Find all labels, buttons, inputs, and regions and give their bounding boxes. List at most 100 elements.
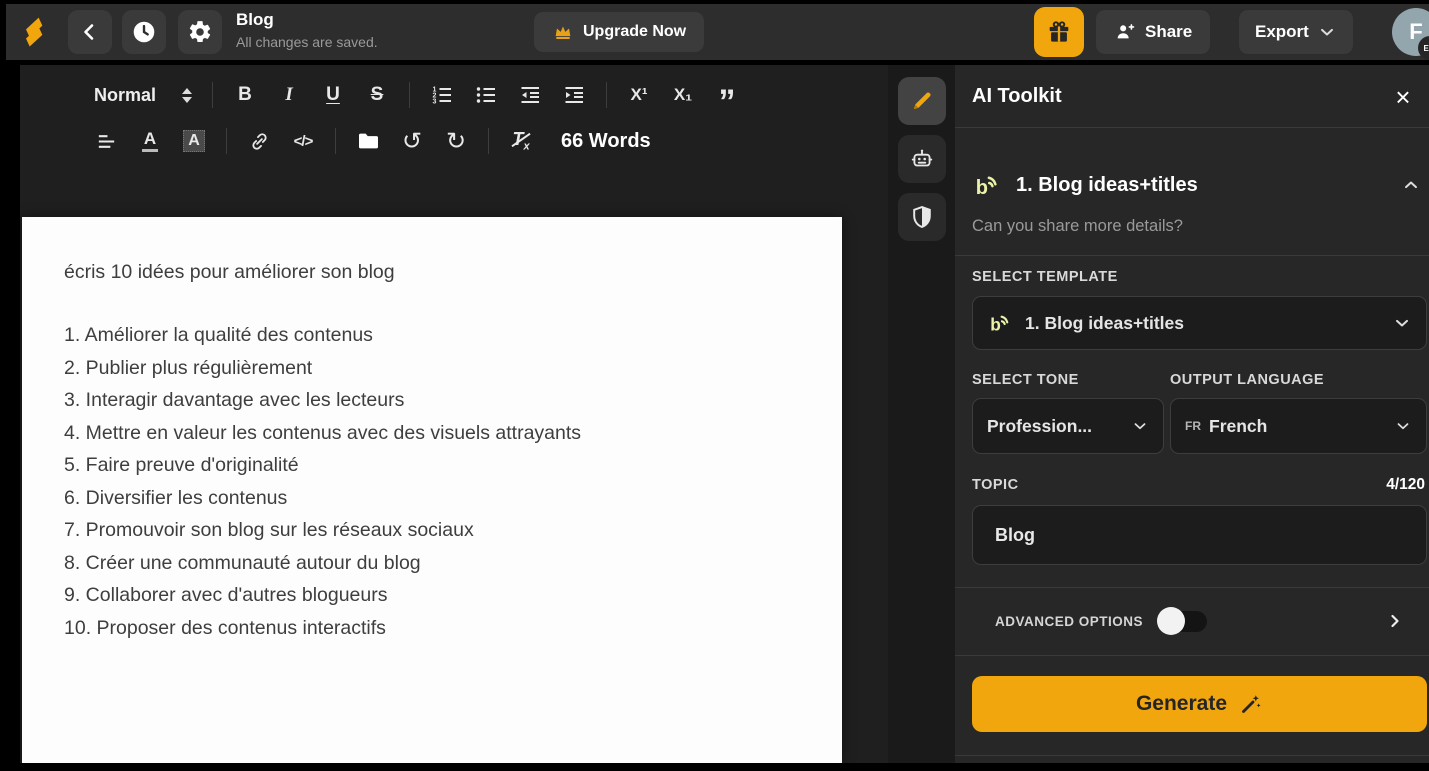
document-list-item: 10. Proposer des contenus interactifs <box>64 612 842 645</box>
format-toolbar-row-1: Normal B I U S 123 X¹ <box>88 77 745 113</box>
paragraph-style-dropdown[interactable]: Normal <box>88 85 198 106</box>
divider <box>488 128 489 154</box>
document-list-item: 8. Créer une communauté autour du blog <box>64 547 842 580</box>
link-button[interactable] <box>241 123 277 159</box>
gift-icon <box>1045 18 1073 46</box>
topic-field <box>972 505 1427 565</box>
paragraph-style-value: Normal <box>94 85 156 106</box>
magic-wand-icon <box>1239 692 1263 716</box>
brand-safety-tool-button[interactable] <box>898 193 946 241</box>
align-left-icon <box>95 130 118 153</box>
document-list-item: 7. Promouvoir son blog sur les réseaux s… <box>64 514 842 547</box>
back-button[interactable] <box>68 10 112 54</box>
strikethrough-button[interactable]: S <box>359 77 395 113</box>
divider <box>955 655 1429 656</box>
bullet-list-button[interactable] <box>468 77 504 113</box>
generate-button[interactable]: Generate <box>972 676 1427 732</box>
app-logo-icon[interactable] <box>14 12 54 52</box>
underline-button[interactable]: U <box>315 77 351 113</box>
document-list-item: 1. Améliorer la qualité des contenus <box>64 319 842 352</box>
autosave-status: All changes are saved. <box>236 34 378 50</box>
bold-icon: B <box>238 84 252 106</box>
right-tool-strip <box>888 65 955 763</box>
undo-icon: ↺ <box>402 127 422 156</box>
advanced-options-expand-button[interactable] <box>1385 611 1405 631</box>
superscript-icon: X¹ <box>631 85 648 105</box>
redo-button[interactable]: ↻ <box>438 123 474 159</box>
undo-button[interactable]: ↺ <box>394 123 430 159</box>
share-person-icon <box>1114 21 1136 43</box>
share-button[interactable]: Share <box>1096 10 1210 54</box>
bullet-list-icon <box>474 83 498 107</box>
document-list-item: 9. Collaborer avec d'autres blogueurs <box>64 579 842 612</box>
gear-icon <box>187 19 213 45</box>
close-panel-button[interactable]: × <box>1385 79 1421 115</box>
subscript-icon: X₁ <box>674 85 692 105</box>
tone-dropdown[interactable]: Profession... <box>972 398 1164 454</box>
divider <box>335 128 336 154</box>
underline-icon: U <box>326 84 340 106</box>
chevron-up-icon <box>1401 175 1421 195</box>
upgrade-now-label: Upgrade Now <box>583 23 686 41</box>
pencil-icon <box>909 88 935 114</box>
template-dropdown-value: 1. Blog ideas+titles <box>1025 313 1380 334</box>
share-label: Share <box>1145 22 1192 42</box>
superscript-button[interactable]: X¹ <box>621 77 657 113</box>
ai-assistant-tool-button[interactable] <box>898 135 946 183</box>
text-color-button[interactable]: A <box>132 123 168 159</box>
divider <box>955 755 1429 756</box>
bold-button[interactable]: B <box>227 77 263 113</box>
ordered-list-button[interactable]: 123 <box>424 77 460 113</box>
blog-template-icon: b <box>987 310 1013 336</box>
divider <box>955 255 1429 256</box>
language-code-badge: FR <box>1185 419 1201 433</box>
export-label: Export <box>1255 22 1309 42</box>
format-toolbar-row-2: A A </> ↺ ↻ Tx 66 Words <box>88 123 651 159</box>
svg-text:b: b <box>990 315 1001 335</box>
clear-formatting-button[interactable]: Tx <box>503 123 539 159</box>
outdent-icon <box>518 83 542 107</box>
topic-input[interactable] <box>987 525 1412 546</box>
language-dropdown[interactable]: FR French <box>1170 398 1427 454</box>
section-title: 1. Blog ideas+titles <box>1016 174 1387 197</box>
subscript-button[interactable]: X₁ <box>665 77 701 113</box>
section-subtitle: Can you share more details? <box>972 217 1183 236</box>
editor-area: Normal B I U S 123 X¹ <box>20 65 888 763</box>
topic-label: TOPIC <box>972 477 1019 493</box>
document-page[interactable]: écris 10 idées pour améliorer son blog 1… <box>22 217 842 763</box>
upgrade-now-button[interactable]: Upgrade Now <box>534 12 704 52</box>
divider <box>955 127 1429 128</box>
highlight-color-icon: A <box>183 130 205 152</box>
updown-arrows-icon <box>182 88 192 103</box>
template-section-header[interactable]: b 1. Blog ideas+titles <box>972 165 1421 205</box>
outdent-button[interactable] <box>512 77 548 113</box>
indent-icon <box>562 83 586 107</box>
divider <box>226 128 227 154</box>
divider <box>955 587 1429 588</box>
blockquote-button[interactable]: ” <box>709 77 745 113</box>
select-tone-label: SELECT TONE <box>972 372 1079 388</box>
language-dropdown-value: French <box>1209 416 1382 437</box>
advanced-options-toggle[interactable] <box>1157 606 1209 636</box>
export-button[interactable]: Export <box>1239 10 1353 54</box>
close-icon: × <box>1395 82 1410 112</box>
panel-title: AI Toolkit <box>972 85 1062 108</box>
divider <box>409 82 410 108</box>
indent-button[interactable] <box>556 77 592 113</box>
select-template-label: SELECT TEMPLATE <box>972 269 1118 285</box>
highlight-color-button[interactable]: A <box>176 123 212 159</box>
settings-button[interactable] <box>178 10 222 54</box>
folder-button[interactable] <box>350 123 386 159</box>
ai-toolkit-panel: AI Toolkit × b 1. Blog ideas+titles Can … <box>955 65 1429 763</box>
rewards-button[interactable] <box>1034 7 1084 57</box>
writer-tool-button[interactable] <box>898 77 946 125</box>
history-button[interactable] <box>122 10 166 54</box>
output-language-label: OUTPUT LANGUAGE <box>1170 372 1324 388</box>
template-dropdown[interactable]: b 1. Blog ideas+titles <box>972 296 1427 350</box>
italic-icon: I <box>285 84 292 106</box>
code-button[interactable]: </> <box>285 123 321 159</box>
document-list-item: 6. Diversifier les contenus <box>64 482 842 515</box>
italic-button[interactable]: I <box>271 77 307 113</box>
svg-text:b: b <box>976 177 988 199</box>
align-button[interactable] <box>88 123 124 159</box>
